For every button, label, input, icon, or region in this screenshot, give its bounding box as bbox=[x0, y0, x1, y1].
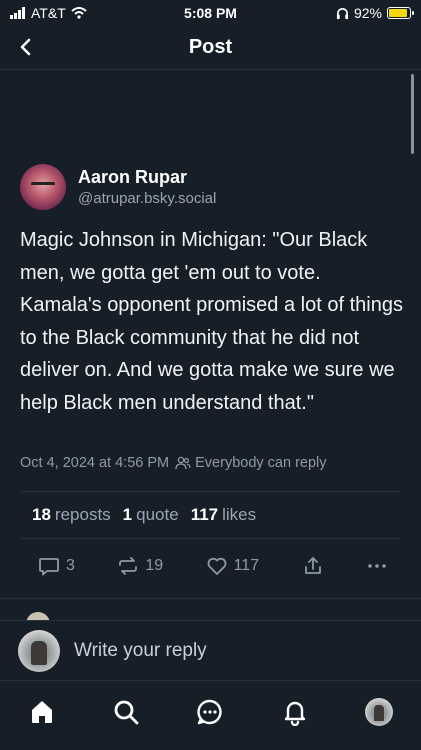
carrier-label: AT&T bbox=[31, 5, 66, 21]
avatar-figure bbox=[373, 705, 384, 721]
post-text: Magic Johnson in Michigan: "Our Black me… bbox=[20, 229, 403, 414]
chat-icon bbox=[197, 699, 223, 725]
reply-button[interactable]: 3 bbox=[38, 555, 75, 577]
repost-icon bbox=[119, 557, 138, 575]
author-info: Aaron Rupar @atrupar.bsky.social bbox=[78, 167, 216, 207]
post-meta: Oct 4, 2024 at 4:56 PM Everybody can rep… bbox=[20, 455, 327, 471]
people-icon bbox=[175, 456, 191, 470]
signal-icon bbox=[10, 7, 25, 19]
like-count: 117 bbox=[233, 557, 260, 574]
reply-count: 3 bbox=[66, 557, 75, 574]
heart-icon bbox=[207, 557, 227, 575]
reposts-label: reposts bbox=[54, 505, 111, 524]
profile-avatar bbox=[364, 698, 393, 726]
more-button[interactable] bbox=[366, 555, 388, 577]
more-dots-icon bbox=[368, 564, 386, 568]
search-icon bbox=[114, 700, 139, 725]
reply-permission-label: Everybody can reply bbox=[195, 455, 327, 471]
author-name[interactable]: Aaron Rupar bbox=[78, 167, 216, 188]
quotes-count: 1 bbox=[122, 505, 133, 524]
reply-input-placeholder[interactable]: Write your reply bbox=[74, 640, 207, 662]
status-bar: AT&T 5:08 PM 92% bbox=[0, 0, 421, 26]
divider bbox=[20, 491, 400, 492]
battery-fill bbox=[389, 9, 408, 17]
repost-button[interactable]: 19 bbox=[117, 555, 163, 577]
likes-label: likes bbox=[222, 505, 257, 524]
headphones-icon bbox=[336, 7, 349, 19]
like-button[interactable]: 117 bbox=[206, 555, 260, 577]
reply-icon bbox=[39, 558, 59, 576]
post-screen: AT&T 5:08 PM 92% Post Aaron Rupar @atrup… bbox=[0, 0, 421, 750]
tab-chat[interactable] bbox=[190, 696, 230, 728]
tab-notifications[interactable] bbox=[275, 696, 315, 728]
tab-profile[interactable] bbox=[359, 696, 399, 728]
repost-count: 19 bbox=[145, 557, 164, 574]
wifi-icon bbox=[71, 7, 87, 19]
share-button[interactable] bbox=[302, 555, 324, 577]
reply-permission: Everybody can reply bbox=[175, 455, 327, 471]
status-right: 92% bbox=[336, 5, 414, 21]
tab-search[interactable] bbox=[106, 696, 146, 728]
post-actions: 3 19 117 bbox=[38, 555, 388, 577]
author-avatar[interactable] bbox=[20, 164, 66, 210]
battery-percent: 92% bbox=[353, 5, 382, 21]
avatar-figure bbox=[31, 640, 47, 665]
status-left: AT&T bbox=[10, 5, 87, 21]
bell-icon bbox=[284, 701, 305, 726]
section-divider bbox=[0, 598, 421, 599]
reposts-stat[interactable]: 18 reposts bbox=[32, 505, 111, 525]
quotes-label: quote bbox=[136, 505, 179, 524]
likes-count: 117 bbox=[190, 505, 219, 524]
divider bbox=[20, 538, 400, 539]
tab-bar bbox=[0, 680, 421, 750]
quotes-stat[interactable]: 1 quote bbox=[123, 505, 179, 525]
author-handle[interactable]: @atrupar.bsky.social bbox=[78, 190, 216, 207]
home-icon bbox=[32, 701, 53, 723]
avatar-glasses bbox=[31, 182, 55, 188]
share-icon bbox=[304, 557, 321, 574]
page-title: Post bbox=[188, 36, 233, 58]
header: Post bbox=[0, 26, 421, 70]
likes-stat[interactable]: 117 likes bbox=[191, 505, 256, 525]
back-arrow-icon[interactable] bbox=[14, 35, 38, 59]
post-author[interactable]: Aaron Rupar @atrupar.bsky.social bbox=[20, 164, 216, 210]
battery-icon bbox=[387, 7, 414, 19]
scrollbar[interactable] bbox=[411, 74, 414, 154]
reposts-count: 18 bbox=[32, 505, 51, 524]
user-avatar bbox=[18, 629, 60, 672]
reply-composer[interactable]: Write your reply bbox=[0, 620, 421, 680]
post-timestamp: Oct 4, 2024 at 4:56 PM bbox=[20, 455, 170, 471]
tab-home[interactable] bbox=[22, 696, 62, 728]
post-stats: 18 reposts 1 quote 117 likes bbox=[32, 505, 256, 525]
